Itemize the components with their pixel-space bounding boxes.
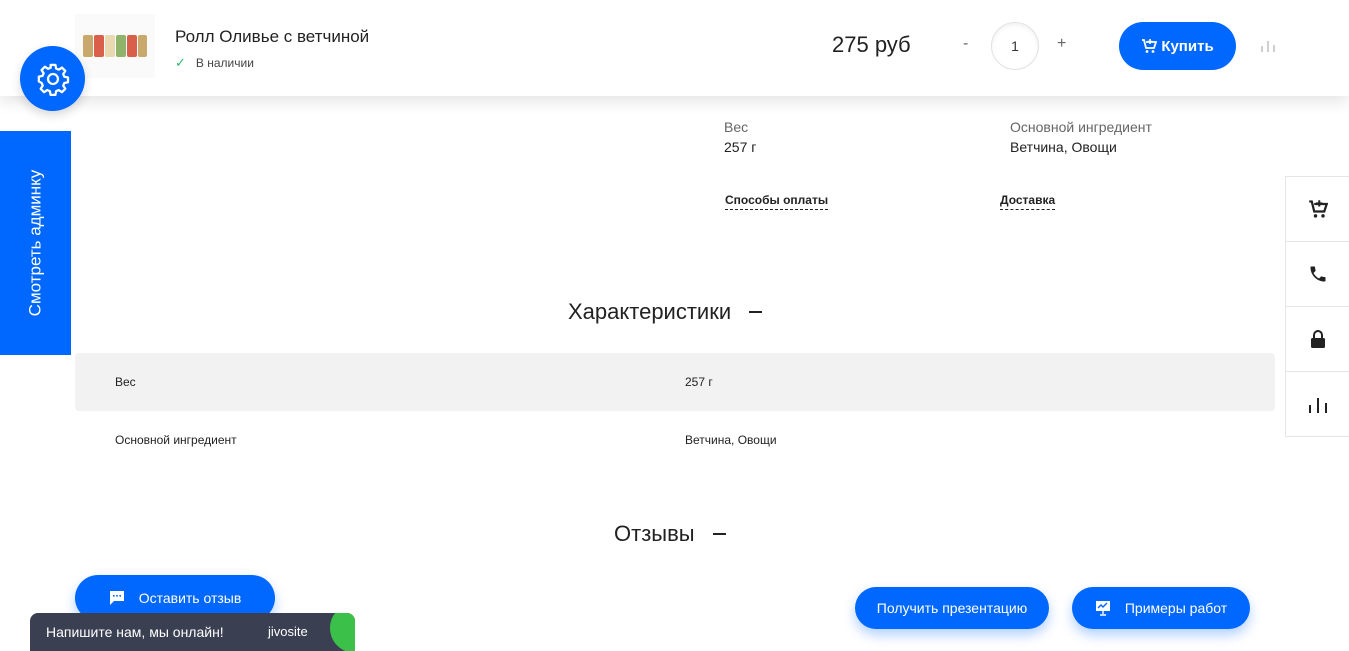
product-price: 275 руб xyxy=(832,32,911,57)
side-cart-button[interactable] xyxy=(1286,177,1349,242)
row-name: Основной ингредиент xyxy=(115,433,237,447)
bar-chart-icon xyxy=(1308,397,1327,413)
row-name: Вес xyxy=(115,375,136,389)
buy-button[interactable]: Купить xyxy=(1119,22,1236,70)
view-admin-tab[interactable]: Смотреть админку xyxy=(0,131,71,355)
row-value: Ветчина, Овощи xyxy=(685,433,777,447)
reviews-heading[interactable]: Отзывы xyxy=(614,521,726,547)
reviews-title: Отзывы xyxy=(614,521,695,546)
work-examples-button[interactable]: Примеры работ xyxy=(1072,587,1250,629)
chat-widget[interactable]: Напишите нам, мы онлайн! jivosite xyxy=(30,613,355,651)
characteristics-heading[interactable]: Характеристики xyxy=(568,299,763,325)
stock-status: ✓ В наличии xyxy=(175,55,254,71)
product-title: Ролл Оливье с ветчиной xyxy=(175,27,370,46)
ingredient-value: Ветчина, Овощи xyxy=(1010,139,1117,155)
phone-icon xyxy=(1310,266,1325,282)
lock-icon xyxy=(1310,330,1325,348)
cart-icon xyxy=(1308,200,1328,218)
comment-icon xyxy=(109,591,124,605)
product-sticky-bar: Ролл Оливье с ветчиной ✓ В наличии 275 р… xyxy=(0,0,1349,96)
get-presentation-label: Получить презентацию xyxy=(876,600,1028,616)
delivery-link[interactable]: Доставка xyxy=(1000,193,1056,210)
presentation-icon xyxy=(1095,601,1110,616)
chat-brand-logo: jivosite xyxy=(268,624,308,639)
gear-icon xyxy=(37,63,69,96)
ingredient-label: Основной ингредиент xyxy=(1010,119,1152,135)
cart-icon xyxy=(1142,39,1158,53)
get-presentation-button[interactable]: Получить презентацию xyxy=(855,587,1049,629)
side-toolbar xyxy=(1285,176,1349,437)
settings-button[interactable] xyxy=(20,46,85,111)
side-phone-button[interactable] xyxy=(1286,242,1349,307)
qty-increase-button[interactable]: + xyxy=(1057,35,1066,53)
weight-label: Вес xyxy=(724,119,749,135)
table-row: Основной ингредиент Ветчина, Овощи xyxy=(75,411,1275,469)
chat-prompt: Напишите нам, мы онлайн! xyxy=(46,624,224,640)
quantity-input[interactable]: 1 xyxy=(991,22,1039,70)
collapse-icon xyxy=(749,311,763,313)
bar-chart-icon[interactable] xyxy=(1259,38,1277,59)
qty-decrease-button[interactable]: - xyxy=(963,35,968,53)
side-compare-button[interactable] xyxy=(1286,372,1349,437)
row-value: 257 г xyxy=(685,375,713,389)
characteristics-title: Характеристики xyxy=(568,299,732,324)
leave-review-label: Оставить отзыв xyxy=(138,590,242,606)
side-login-button[interactable] xyxy=(1286,307,1349,372)
view-admin-label: Смотреть админку xyxy=(25,169,45,317)
chat-status-indicator xyxy=(330,613,355,651)
product-thumbnail[interactable] xyxy=(75,14,155,78)
buy-button-label: Купить xyxy=(1161,37,1214,55)
weight-value: 257 г xyxy=(724,139,757,155)
table-row: Вес 257 г xyxy=(75,353,1275,411)
work-examples-label: Примеры работ xyxy=(1124,600,1228,616)
product-image xyxy=(83,35,147,57)
payment-methods-link[interactable]: Способы оплаты xyxy=(725,193,829,210)
collapse-icon xyxy=(712,533,726,535)
check-icon: ✓ xyxy=(175,55,186,70)
stock-label: В наличии xyxy=(195,56,254,70)
